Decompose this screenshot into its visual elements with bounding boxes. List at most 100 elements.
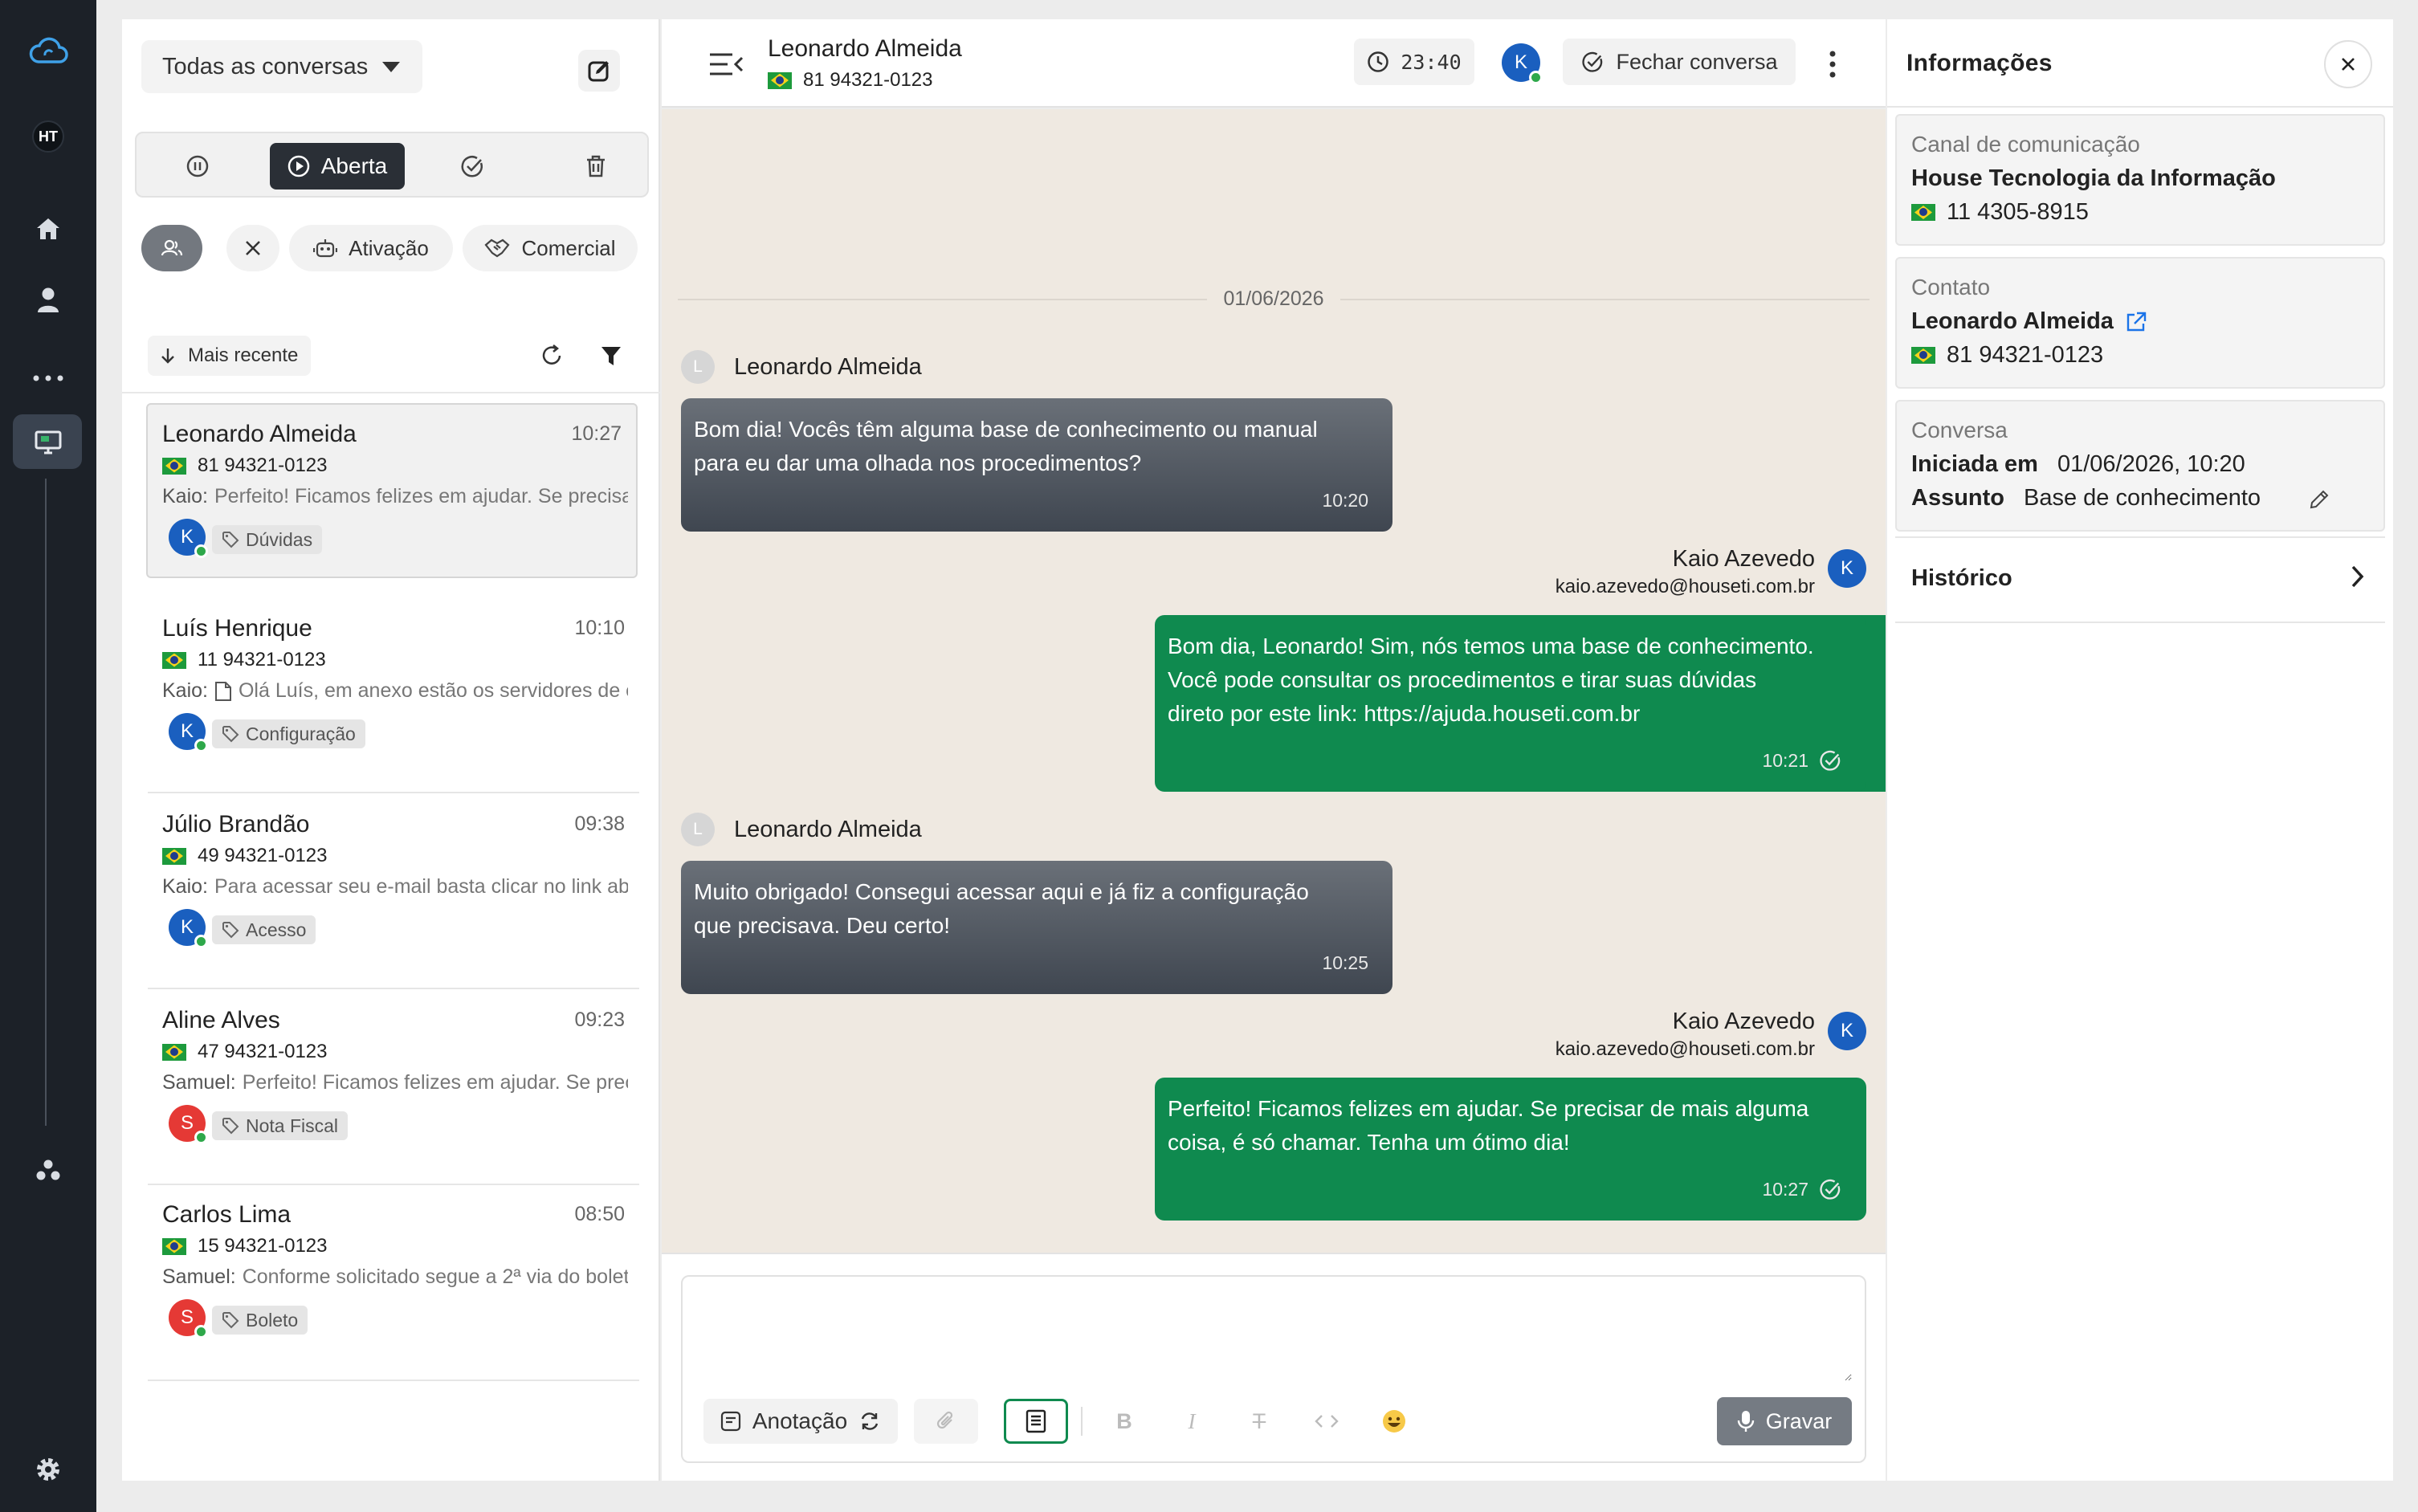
- attach-button[interactable]: [914, 1399, 978, 1444]
- contacts-icon[interactable]: [0, 281, 96, 318]
- outgoing-message[interactable]: Bom dia, Leonardo! Sim, nós temos uma ba…: [1155, 615, 1866, 792]
- message-area[interactable]: 01/06/2026 L Leonardo Almeida Bom dia! V…: [662, 109, 1886, 1253]
- settings-icon[interactable]: [0, 1452, 96, 1487]
- chip-my-conversations[interactable]: [141, 225, 202, 271]
- kebab-menu-icon[interactable]: [1817, 42, 1849, 87]
- strikethrough-icon[interactable]: T: [1235, 1399, 1283, 1444]
- conversation-card: Conversa Iniciada em 01/06/2026, 10:20 A…: [1895, 400, 2385, 532]
- subject-row: Assunto Base de conhecimento: [1911, 485, 2261, 511]
- conversation-item[interactable]: Leonardo Almeida 10:27 81 94321-0123 Kai…: [146, 403, 638, 578]
- chat-contact-phone-text: 81 94321-0123: [803, 69, 933, 91]
- online-status-dot: [194, 1131, 208, 1144]
- info-panel-title: Informações: [1906, 50, 2053, 76]
- message-time: 10:21: [1762, 744, 1842, 777]
- conversation-divider: [148, 1380, 639, 1381]
- preview-author: Samuel:: [162, 1071, 236, 1094]
- conversation-preview: Kaio: Perfeito! Ficamos felizes em ajudar…: [162, 485, 628, 508]
- conversation-item[interactable]: Aline Alves 09:23 47 94321-0123 Samuel: P…: [148, 991, 639, 1166]
- team-icon[interactable]: [0, 1151, 96, 1188]
- conversation-tag: Configuração: [212, 719, 365, 748]
- conversation-timer: 23:40: [1354, 39, 1474, 85]
- italic-icon[interactable]: I: [1168, 1399, 1216, 1444]
- history-row[interactable]: Histórico: [1895, 536, 2385, 623]
- chip-clear-filter[interactable]: [226, 225, 279, 271]
- conversation-filter-dropdown[interactable]: Todas as conversas: [141, 40, 422, 93]
- incoming-message[interactable]: Muito obrigado! Consegui acessar aqui e …: [681, 861, 1392, 994]
- conversation-time: 10:10: [574, 617, 625, 639]
- assigned-agent-avatar[interactable]: K: [1502, 43, 1543, 84]
- annotation-toggle-button[interactable]: Anotação: [703, 1399, 898, 1444]
- more-icon[interactable]: [0, 360, 96, 397]
- robot-icon: [313, 239, 338, 258]
- contact-name-row: Leonardo Almeida: [1911, 308, 2147, 335]
- tag-icon: [222, 922, 239, 939]
- clock-icon: [1368, 51, 1389, 72]
- conversation-item[interactable]: Carlos Lima 08:50 15 94321-0123 Samuel: C…: [148, 1185, 639, 1360]
- message-input[interactable]: [699, 1293, 1852, 1381]
- sender-name: Leonardo Almeida: [734, 353, 922, 380]
- tab-resolved[interactable]: [438, 143, 506, 190]
- message-line: direto por este link: https://ajuda.hous…: [1168, 701, 1641, 726]
- external-link-icon[interactable]: [2125, 311, 2147, 333]
- record-audio-button[interactable]: Gravar: [1717, 1397, 1852, 1445]
- conversation-divider: [148, 792, 639, 793]
- tab-trash[interactable]: [562, 143, 630, 190]
- message-line: Bom dia! Vocês têm alguma base de conhec…: [694, 417, 1318, 442]
- message-line: que precisava. Deu certo!: [694, 913, 951, 938]
- composer: Anotação B I T Gravar: [681, 1275, 1866, 1463]
- online-status-dot: [194, 1325, 208, 1339]
- conversation-phone: 15 94321-0123: [162, 1235, 327, 1257]
- sort-button[interactable]: Mais recente: [148, 336, 312, 376]
- user-avatar[interactable]: HT: [0, 117, 96, 156]
- incoming-message[interactable]: Bom dia! Vocês têm alguma base de conhec…: [681, 398, 1392, 532]
- conversation-item[interactable]: Júlio Brandão 09:38 49 94321-0123 Kaio: P…: [148, 795, 639, 970]
- template-icon: [1026, 1409, 1046, 1433]
- conversation-list-panel: Todas as conversas Aberta Ativação Comer…: [122, 19, 660, 1481]
- preview-text: Perfeito! Ficamos felizes em ajudar. Se …: [214, 485, 628, 507]
- filter-icon[interactable]: [591, 336, 631, 376]
- document-icon: [214, 681, 231, 701]
- agent-name: Kaio Azevedo: [1672, 546, 1815, 572]
- home-icon[interactable]: [0, 210, 96, 247]
- agent-avatar: K: [169, 909, 208, 948]
- code-icon[interactable]: [1303, 1399, 1351, 1444]
- preview-author: Kaio:: [162, 679, 208, 702]
- new-conversation-button[interactable]: [578, 50, 620, 92]
- conversation-tag: Nota Fiscal: [212, 1111, 349, 1140]
- conversation-divider: [148, 988, 639, 989]
- subject-label: Assunto: [1911, 485, 2004, 511]
- edit-subject-icon[interactable]: [2303, 483, 2335, 516]
- chip-commercial[interactable]: Comercial: [463, 225, 638, 271]
- conversation-preview: Kaio: Olá Luís, em anexo estão os servido…: [162, 679, 628, 703]
- brazil-flag-icon: [1911, 204, 1935, 221]
- close-info-panel-button[interactable]: [2324, 40, 2372, 88]
- refresh-icon[interactable]: [532, 336, 572, 376]
- template-button[interactable]: [1004, 1399, 1068, 1444]
- message-line: Perfeito! Ficamos felizes em ajudar. Se …: [1168, 1096, 1809, 1121]
- channel-card: Canal de comunicação House Tecnologia da…: [1895, 114, 2385, 246]
- tab-open[interactable]: Aberta: [270, 143, 405, 190]
- bold-icon[interactable]: B: [1100, 1399, 1148, 1444]
- conversation-item[interactable]: Luís Henrique 10:10 11 94321-0123 Kaio: O…: [148, 599, 639, 774]
- message-line: Bom dia, Leonardo! Sim, nós temos uma ba…: [1168, 634, 1814, 658]
- conversation-phone: 11 94321-0123: [162, 649, 326, 671]
- toggle-list-icon[interactable]: [703, 42, 748, 87]
- conversation-phone: 49 94321-0123: [162, 845, 327, 867]
- agent-avatar: S: [169, 1299, 208, 1339]
- agent-avatar: K: [169, 519, 208, 558]
- conversation-phone-text: 47 94321-0123: [198, 1041, 328, 1062]
- agent-initial: K: [180, 526, 194, 548]
- info-header-divider: [1887, 106, 2393, 108]
- caret-down-icon: [382, 61, 401, 72]
- emoji-icon[interactable]: [1370, 1399, 1418, 1444]
- outgoing-message[interactable]: Perfeito! Ficamos felizes em ajudar. Se …: [1155, 1078, 1866, 1221]
- close-conversation-button[interactable]: Fechar conversa: [1563, 39, 1796, 85]
- brazil-flag-icon: [162, 1237, 186, 1255]
- agent-avatar: S: [169, 1105, 208, 1144]
- conversation-phone: 81 94321-0123: [162, 454, 327, 477]
- message-line: coisa, é só chamar. Tenha um ótimo dia!: [1168, 1130, 1570, 1155]
- switch-icon: [862, 1412, 879, 1430]
- chip-activation[interactable]: Ativação: [289, 225, 453, 271]
- cloud-logo-icon[interactable]: [0, 31, 96, 71]
- tab-paused[interactable]: [164, 143, 231, 190]
